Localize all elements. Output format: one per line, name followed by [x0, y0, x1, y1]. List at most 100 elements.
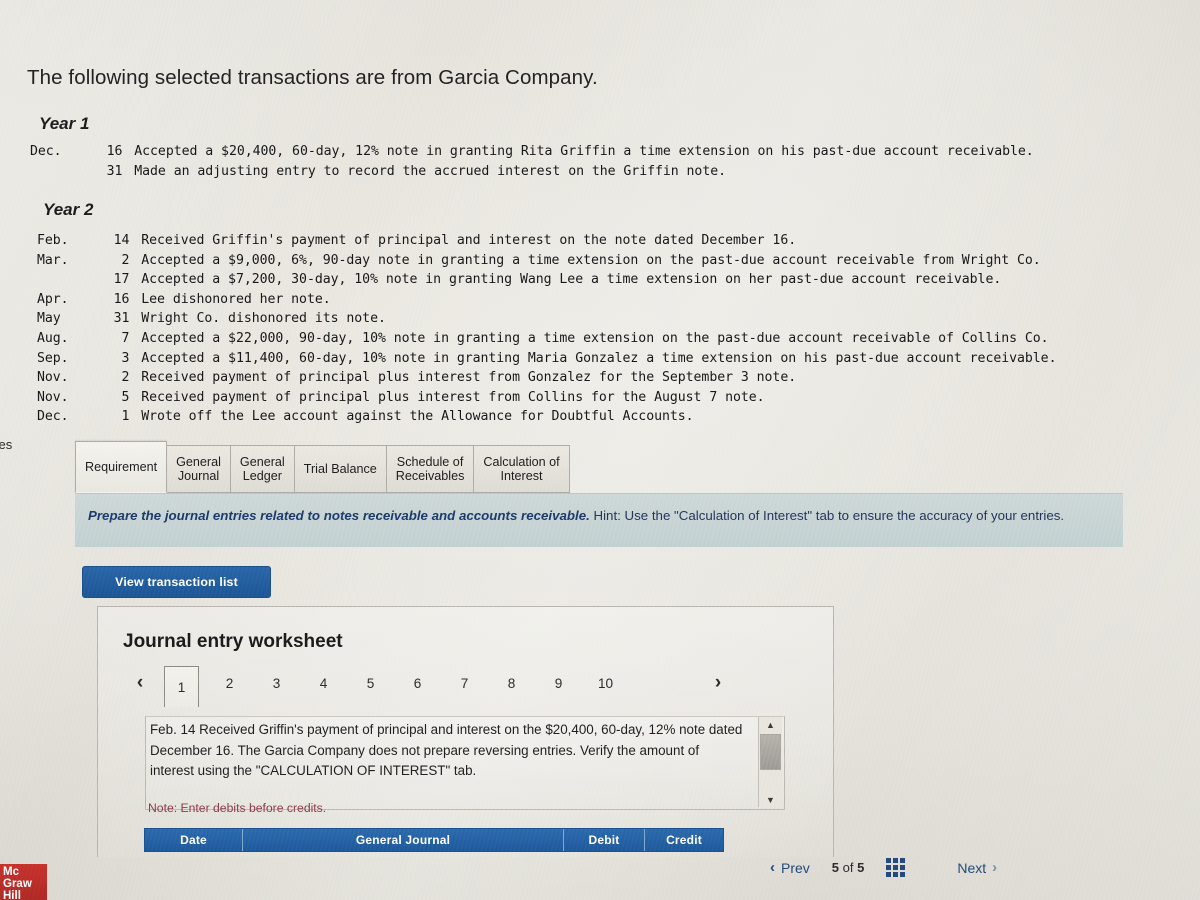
transaction-month: Mar.: [37, 252, 69, 268]
transaction-row: Nov. 5 Received payment of principal plus …: [37, 388, 1056, 408]
column-header-debit: Debit: [564, 829, 645, 851]
entry-description-scrollbar[interactable]: ▲ ▼: [758, 717, 782, 807]
transaction-day: 14: [113, 233, 130, 248]
transaction-text: Wrote off the Lee account against the Al…: [141, 409, 694, 425]
problem-statement: The following selected transactions are …: [27, 66, 598, 89]
grid-dot: [893, 872, 899, 877]
transaction-month: Nov.: [37, 389, 69, 405]
chevron-left-icon: ‹: [770, 859, 775, 876]
grid-icon[interactable]: [886, 858, 906, 877]
year-1-heading: Year 1: [39, 114, 90, 133]
transaction-month: Dec.: [30, 144, 62, 159]
tab-calculation-of-interest[interactable]: Calculation of Interest: [473, 445, 570, 493]
transaction-day: 31: [106, 163, 123, 179]
logo-line-1: Mc: [3, 866, 19, 878]
page-total: 5: [857, 860, 865, 875]
tab-label: General Ledger: [239, 454, 285, 483]
bottom-navigation: ‹ Prev 5 of 5 Next ›: [770, 858, 997, 877]
transaction-row: Dec. 1 Wrote off the Lee account against t…: [37, 407, 1056, 427]
tab-general-ledger[interactable]: General Ledger: [229, 445, 295, 493]
transaction-month: Aug.: [37, 330, 69, 346]
prev-button[interactable]: ‹ Prev: [770, 859, 810, 876]
transaction-month: Dec.: [37, 409, 69, 425]
grid-dot: [900, 872, 906, 877]
transaction-text: Wright Co. dishonored its note.: [141, 311, 386, 327]
worksheet-pager: ‹ 1 2 3 4 5 6 7 8 9 10 ›: [123, 666, 735, 707]
transaction-day: 3: [121, 350, 130, 366]
transaction-text: Accepted a $22,000, 90-day, 10% note in …: [141, 330, 1049, 346]
requirement-bold: Prepare the journal entries related to n…: [88, 508, 590, 523]
transaction-month: Sep.: [37, 350, 69, 366]
transaction-day: 31: [113, 311, 130, 327]
worksheet-title: Journal entry worksheet: [123, 631, 343, 652]
debits-before-credits-note: Note: Enter debits before credits.: [148, 801, 327, 815]
grid-dot: [886, 865, 892, 870]
tab-trial-balance[interactable]: Trial Balance: [293, 445, 387, 493]
pager-prev-icon[interactable]: ‹: [123, 672, 157, 694]
transaction-row: Dec. 16 Accepted a $20,400, 60-day, 12% no…: [30, 142, 1034, 162]
transaction-row: Apr. 16 Lee dishonored her note.: [37, 290, 1056, 310]
transaction-day: 16: [113, 291, 130, 307]
tab-schedule-of-receivables[interactable]: Schedule of Receivables: [385, 445, 475, 493]
transaction-row: 31 Made an adjusting entry to record the …: [30, 162, 1034, 182]
view-transaction-list-button[interactable]: View transaction list: [82, 566, 271, 598]
transaction-text: Received payment of principal plus inter…: [141, 370, 797, 386]
pager-page-2[interactable]: 2: [213, 667, 246, 700]
next-button[interactable]: Next ›: [957, 859, 997, 876]
scrollbar-thumb[interactable]: [760, 734, 781, 770]
pager-page-1[interactable]: 1: [164, 666, 199, 707]
pager-page-3[interactable]: 3: [260, 667, 293, 700]
transaction-month: Feb.: [37, 233, 69, 248]
pager-page-4[interactable]: 4: [307, 667, 340, 700]
transaction-row: May 31 Wright Co. dishonored its note.: [37, 309, 1056, 329]
page-current: 5: [831, 860, 840, 875]
pager-page-10[interactable]: 10: [589, 667, 622, 700]
grid-dot: [893, 858, 899, 863]
transaction-day: 1: [121, 409, 130, 425]
column-header-credit: Credit: [666, 833, 702, 847]
transaction-day: 2: [121, 252, 130, 268]
transaction-text: Received payment of principal plus inter…: [141, 389, 765, 405]
column-header-general-journal: General Journal: [243, 829, 564, 851]
logo-line-2: Graw: [3, 878, 32, 890]
transaction-text: Received Griffin's payment of principal …: [141, 233, 797, 248]
transaction-month: May: [37, 311, 61, 327]
pager-page-5[interactable]: 5: [354, 667, 387, 700]
tab-label: Requirement: [85, 459, 158, 474]
mcgraw-hill-logo: Mc Graw Hill: [0, 864, 47, 900]
transaction-text: Accepted a $11,400, 60-day, 10% note in …: [141, 350, 1057, 366]
chevron-right-icon: ›: [992, 859, 998, 876]
transaction-row: Mar. 2 Accepted a $9,000, 6%, 90-day note …: [37, 251, 1056, 271]
transaction-month: Apr.: [37, 291, 69, 307]
entry-description-text: Feb. 14 Received Griffin's payment of pr…: [150, 722, 743, 778]
year-2-transaction-list: Feb. 14 Received Griffin's payment of prin…: [37, 231, 1057, 427]
pager-next-icon[interactable]: ›: [701, 672, 735, 694]
transaction-day: 2: [121, 370, 130, 386]
pager-page-8[interactable]: 8: [495, 667, 528, 700]
transaction-day: 17: [113, 272, 130, 288]
grid-dot: [886, 872, 892, 877]
pager-page-6[interactable]: 6: [401, 667, 434, 700]
page-of: of: [842, 860, 854, 875]
grid-dot: [893, 865, 899, 870]
scroll-up-icon[interactable]: ▲: [759, 717, 782, 732]
tab-requirement[interactable]: Requirement: [75, 441, 168, 493]
tab-general-journal[interactable]: General Journal: [166, 445, 231, 493]
tab-label: General Journal: [176, 454, 221, 483]
page-indicator: 5 of 5: [832, 860, 865, 875]
next-label: Next: [957, 859, 987, 876]
year-2-heading: Year 2: [43, 200, 94, 219]
transaction-text: Lee dishonored her note.: [141, 291, 331, 307]
pager-page-7[interactable]: 7: [448, 667, 481, 700]
journal-table-header-row: Date General Journal Debit Credit: [144, 828, 724, 852]
requirement-hint: Hint: Use the "Calculation of Interest" …: [589, 508, 1065, 523]
grid-dot: [900, 858, 906, 863]
logo-line-3: Hill: [3, 890, 21, 900]
pager-page-9[interactable]: 9: [542, 667, 575, 700]
requirement-text: Prepare the journal entries related to n…: [88, 506, 1118, 525]
transaction-day: 7: [121, 330, 130, 346]
transaction-text: Accepted a $7,200, 30-day, 10% note in g…: [141, 272, 1002, 288]
tab-label: Trial Balance: [303, 461, 377, 476]
references-edge-label: ces: [0, 437, 13, 452]
scroll-down-icon[interactable]: ▼: [759, 792, 782, 807]
